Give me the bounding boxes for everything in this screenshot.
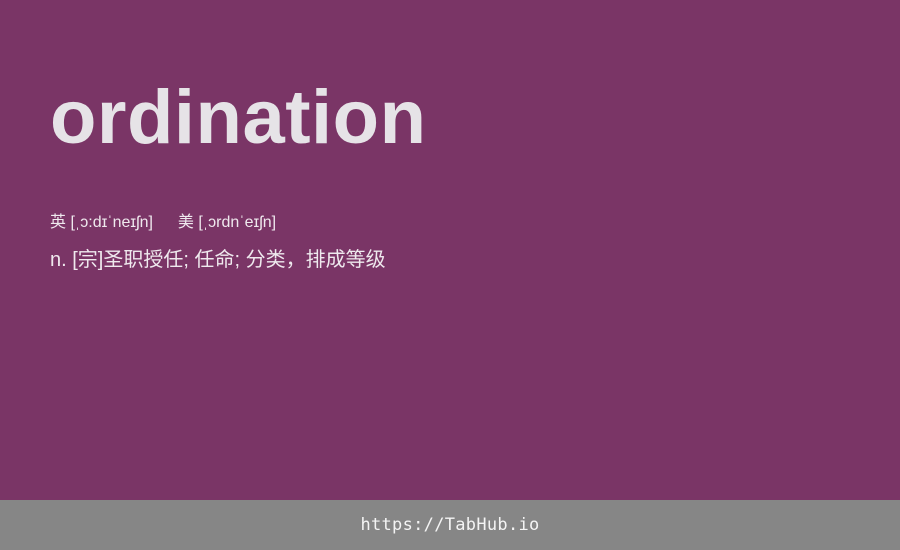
word-card: ordination 英 [ˌɔ:dɪˈneɪʃn] 美 [ˌɔrdnˈeɪʃn… [0,0,900,500]
footer-bar: https://TabHub.io [0,500,900,550]
uk-phonetic: [ˌɔ:dɪˈneɪʃn] [70,214,153,231]
headword: ordination [50,75,427,160]
us-phonetic: [ˌɔrdnˈeɪʃn] [198,214,277,231]
uk-phonetic-label: 英 [50,214,67,231]
us-phonetic-label: 美 [177,214,194,231]
tabhub-link[interactable]: https://TabHub.io [360,515,539,535]
definition-text: n. [宗]圣职授任; 任命; 分类，排成等级 [50,249,386,271]
phonetics-row: 英 [ˌɔ:dɪˈneɪʃn] 美 [ˌɔrdnˈeɪʃn] [50,212,276,234]
